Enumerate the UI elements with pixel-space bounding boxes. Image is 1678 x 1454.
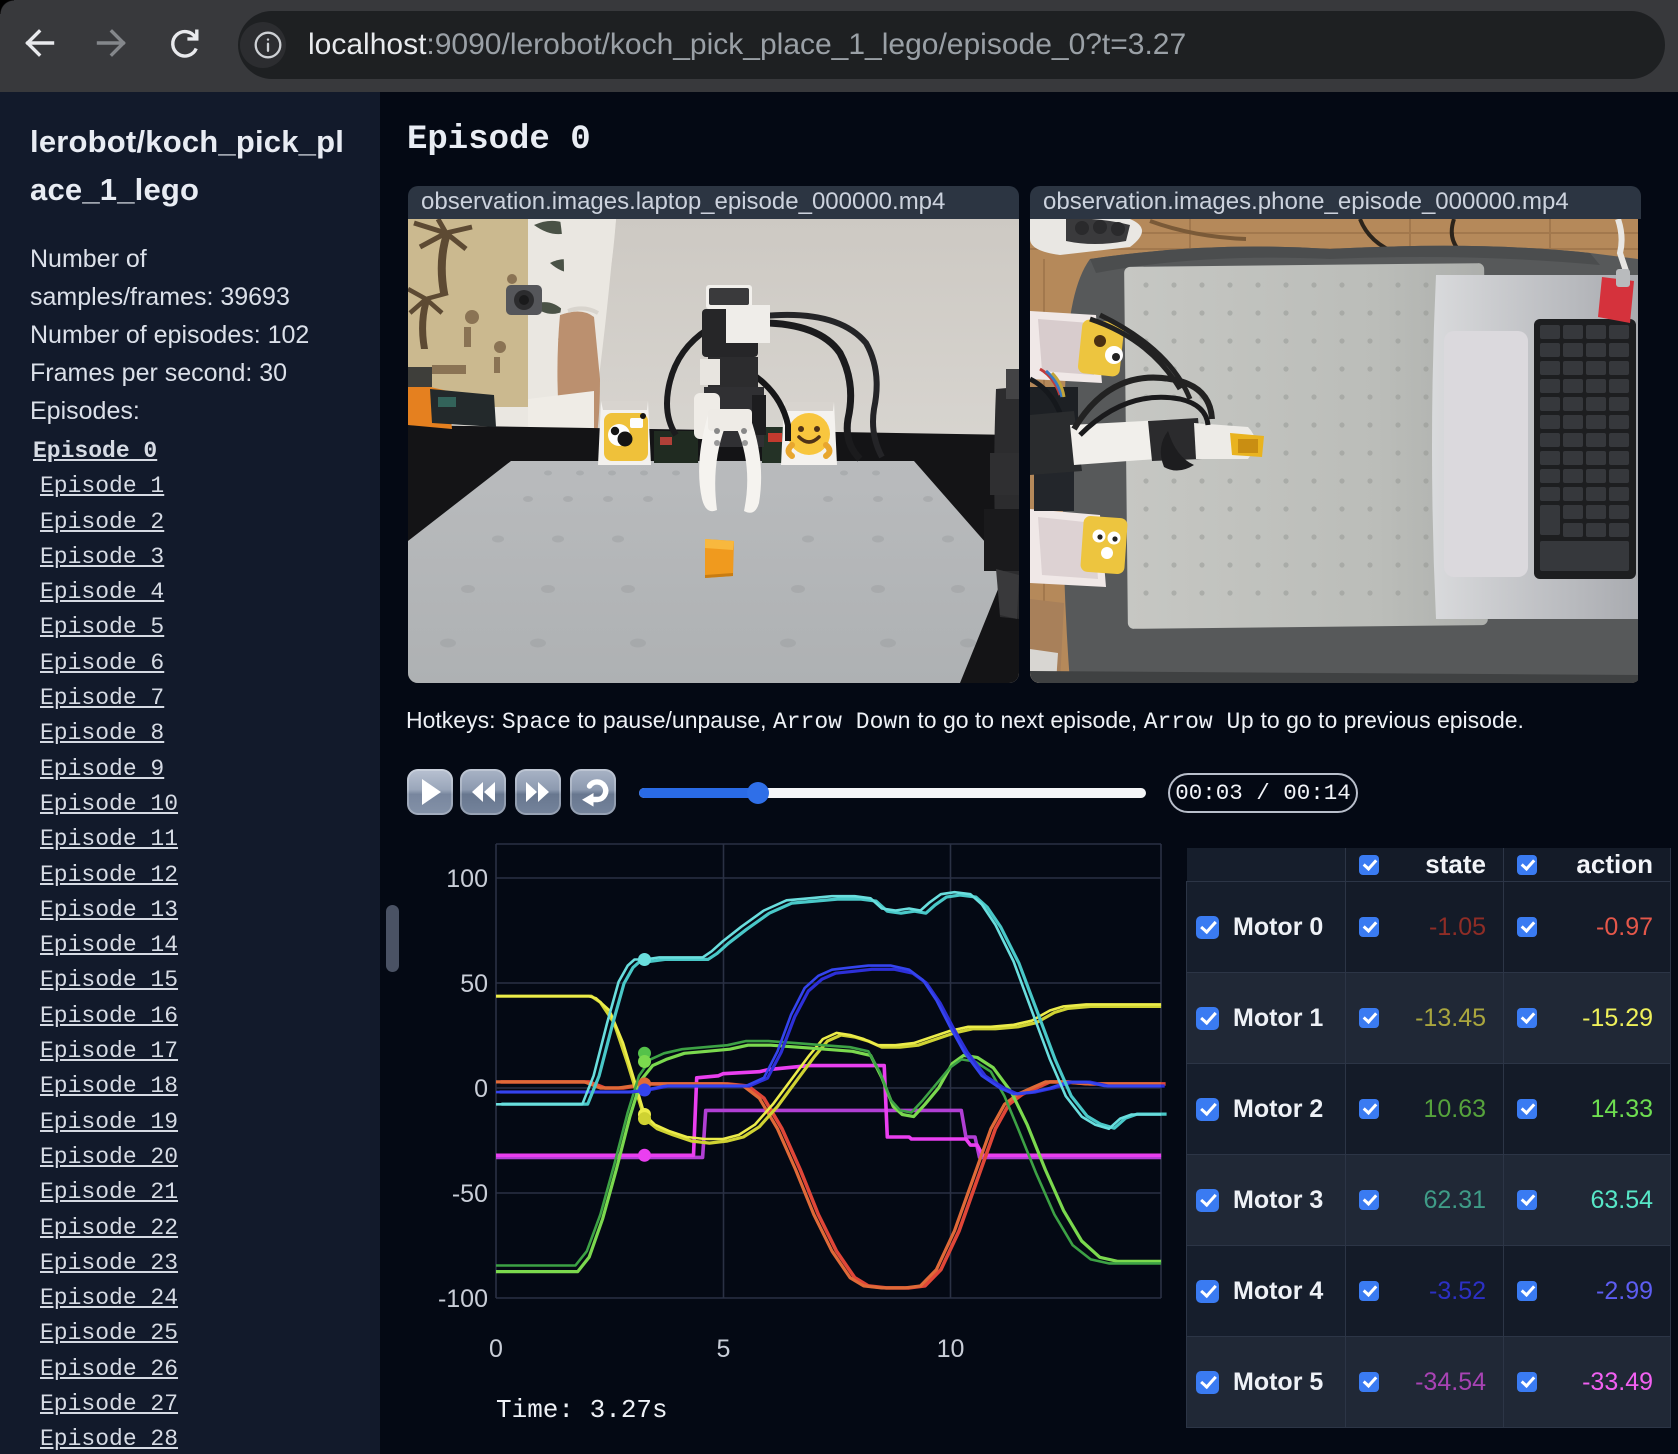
svg-text:50: 50 bbox=[460, 970, 488, 998]
svg-text:0: 0 bbox=[474, 1075, 488, 1103]
svg-text:10: 10 bbox=[937, 1335, 965, 1363]
svg-text:0: 0 bbox=[489, 1335, 503, 1363]
svg-text:5: 5 bbox=[717, 1335, 731, 1363]
svg-text:-100: -100 bbox=[438, 1285, 488, 1313]
svg-text:Time: 3.27s: Time: 3.27s bbox=[496, 1395, 668, 1425]
svg-text:100: 100 bbox=[446, 865, 488, 893]
svg-text:-50: -50 bbox=[452, 1180, 488, 1208]
